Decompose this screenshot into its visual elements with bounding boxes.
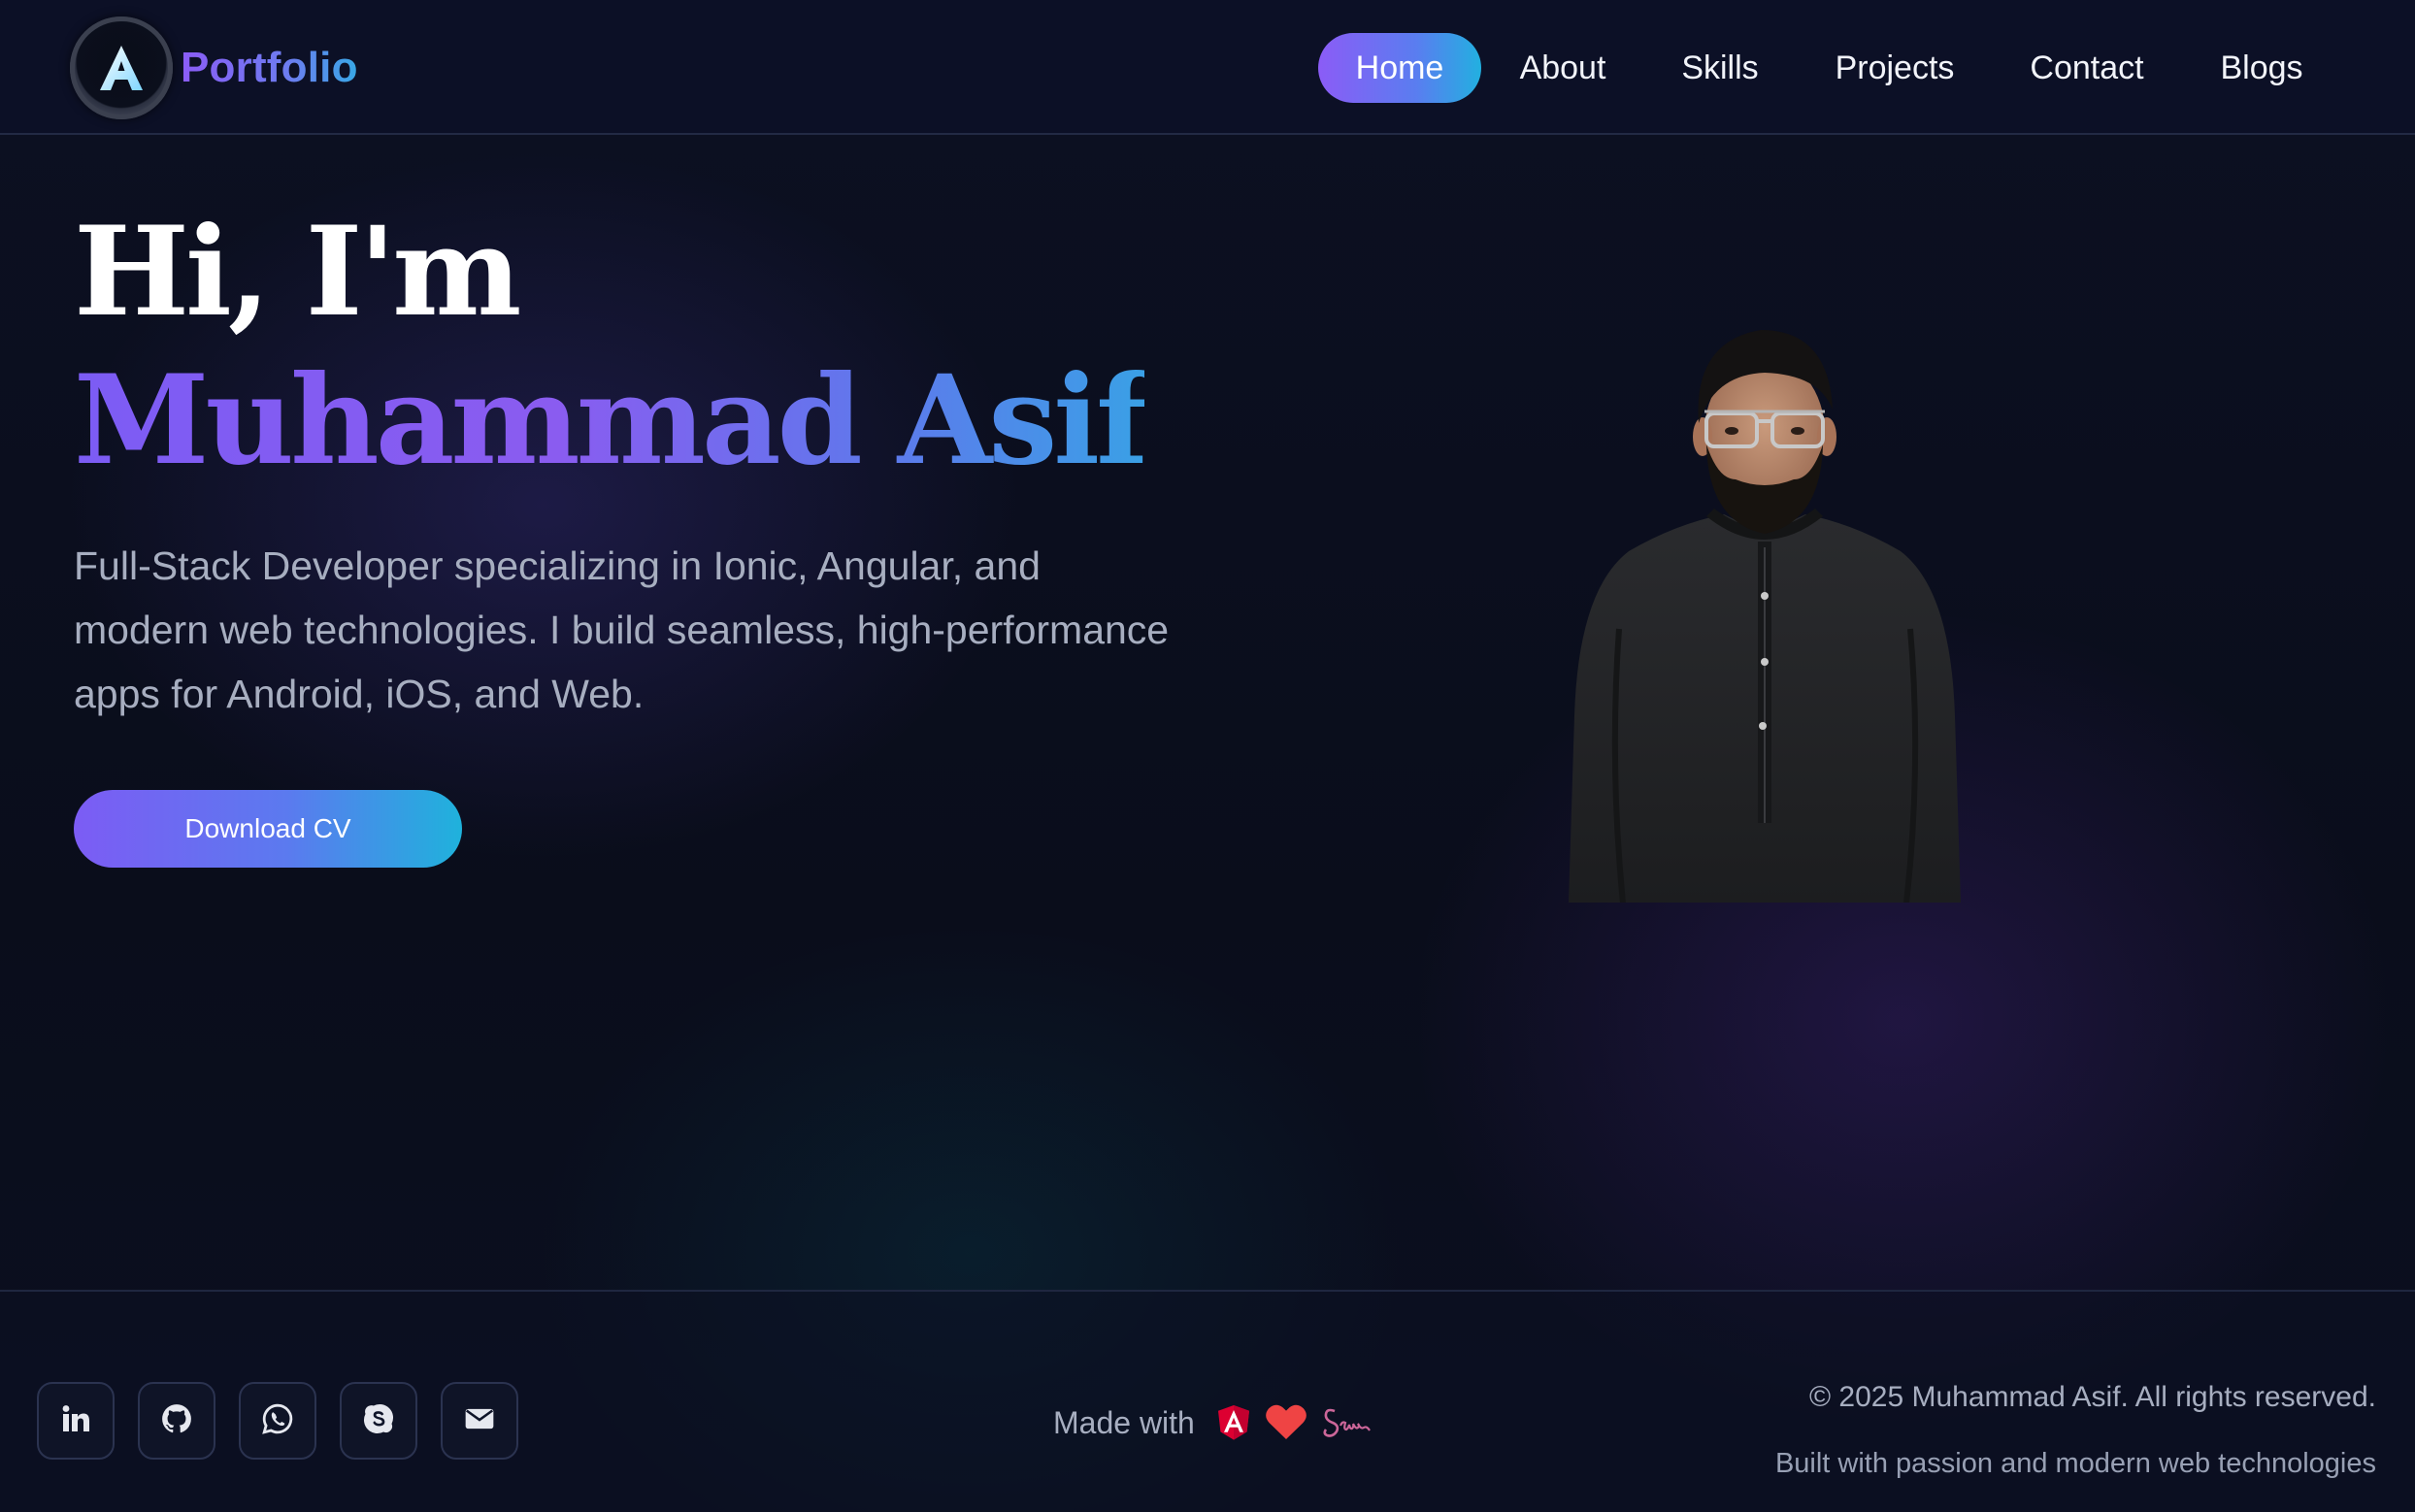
hero-name: Muhammad Asif bbox=[74, 348, 1148, 492]
hero-greeting: Hi, I'm bbox=[74, 200, 521, 344]
built-with-text: Built with passion and modern web techno… bbox=[1774, 1448, 2376, 1479]
github-link[interactable] bbox=[138, 1382, 215, 1460]
made-with-label: Made with bbox=[1053, 1404, 1195, 1440]
made-with: Made with bbox=[1053, 1399, 1385, 1446]
whatsapp-icon bbox=[261, 1402, 294, 1440]
hero-description: Full-Stack Developer specializing in Ion… bbox=[74, 543, 1170, 716]
copyright-text: © 2025 Muhammad Asif. All rights reserve… bbox=[1808, 1381, 2376, 1413]
whatsapp-link[interactable] bbox=[239, 1382, 316, 1460]
github-icon bbox=[160, 1402, 193, 1440]
nav-projects[interactable]: Projects bbox=[1825, 33, 1965, 103]
site-footer: Made with © 2025 Muhammad Asif. All righ… bbox=[0, 1290, 2415, 1512]
skype-icon bbox=[362, 1402, 395, 1440]
linkedin-icon bbox=[60, 1403, 91, 1439]
angular-icon bbox=[1216, 1404, 1251, 1441]
skype-link[interactable] bbox=[340, 1382, 417, 1460]
nav-about[interactable]: About bbox=[1505, 33, 1621, 103]
nav-contact[interactable]: Contact bbox=[2019, 33, 2155, 103]
download-cv-button[interactable]: Download CV bbox=[74, 790, 462, 868]
heart-icon bbox=[1265, 1403, 1307, 1442]
main-nav: Home About Skills Projects Contact Blogs bbox=[0, 33, 2415, 103]
email-icon bbox=[463, 1402, 496, 1440]
page: Portfolio Home About Skills Projects Con… bbox=[0, 0, 2415, 1512]
nav-blogs[interactable]: Blogs bbox=[2213, 33, 2310, 103]
email-link[interactable] bbox=[441, 1382, 518, 1460]
linkedin-link[interactable] bbox=[37, 1382, 115, 1460]
nav-skills[interactable]: Skills bbox=[1670, 33, 1770, 103]
nav-home[interactable]: Home bbox=[1318, 33, 1481, 103]
profile-photo bbox=[1561, 309, 1968, 904]
sass-icon bbox=[1321, 1403, 1372, 1442]
site-header: Portfolio Home About Skills Projects Con… bbox=[0, 0, 2415, 135]
